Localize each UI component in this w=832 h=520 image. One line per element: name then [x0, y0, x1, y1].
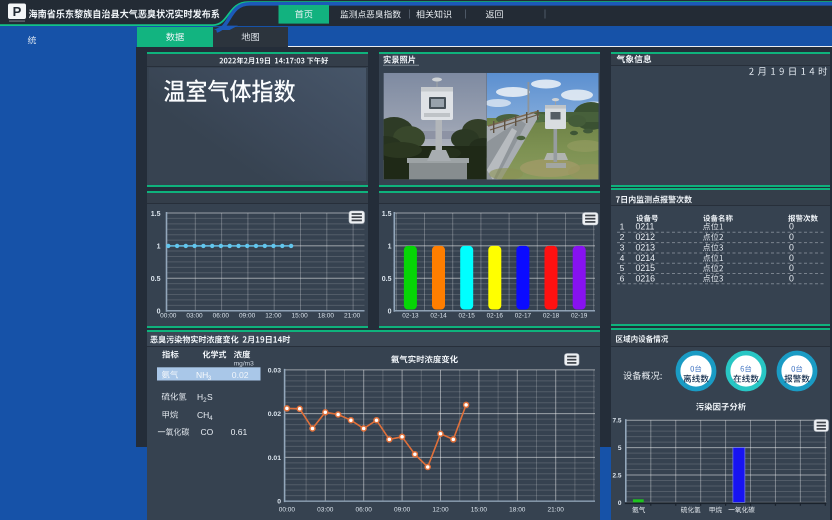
svg-text:NH: NH [196, 370, 208, 380]
svg-text:15:00: 15:00 [471, 506, 488, 513]
svg-text:1: 1 [157, 243, 161, 250]
svg-text:0.02: 0.02 [232, 370, 249, 380]
svg-text:P: P [13, 4, 22, 19]
svg-text:4: 4 [209, 415, 213, 422]
svg-text:02-14: 02-14 [430, 313, 447, 320]
svg-text:2: 2 [620, 232, 625, 242]
svg-text:03:00: 03:00 [317, 506, 334, 513]
svg-text:0: 0 [789, 253, 794, 263]
svg-text:6: 6 [620, 273, 625, 283]
svg-text:0.03: 0.03 [268, 367, 281, 374]
svg-text:0.5: 0.5 [151, 276, 161, 283]
svg-text:3: 3 [208, 375, 212, 382]
svg-text:03:00: 03:00 [186, 313, 203, 320]
svg-text:7.5: 7.5 [612, 418, 621, 425]
svg-text:0216: 0216 [636, 273, 656, 283]
svg-text:02-13: 02-13 [402, 313, 419, 320]
svg-text:CO: CO [201, 427, 214, 437]
svg-text:18:00: 18:00 [509, 506, 526, 513]
svg-text:0: 0 [789, 263, 794, 273]
svg-text:mg/m3: mg/m3 [234, 360, 254, 367]
svg-text:02-17: 02-17 [515, 313, 532, 320]
svg-text:02-18: 02-18 [543, 313, 560, 320]
svg-text:06:00: 06:00 [356, 506, 373, 513]
svg-text:15:00: 15:00 [291, 313, 308, 320]
svg-text:0214: 0214 [636, 253, 656, 263]
svg-text:2.5: 2.5 [612, 473, 621, 480]
svg-text:0211: 0211 [636, 222, 655, 232]
svg-text:5: 5 [618, 445, 622, 452]
svg-text:0: 0 [789, 232, 794, 242]
svg-text:5: 5 [620, 263, 625, 273]
svg-text:02-15: 02-15 [458, 313, 475, 320]
svg-text:0213: 0213 [636, 243, 656, 253]
svg-text:1.5: 1.5 [151, 211, 161, 218]
svg-text:00:00: 00:00 [160, 313, 177, 320]
svg-text:21:00: 21:00 [548, 506, 565, 513]
svg-text:06:00: 06:00 [213, 313, 230, 320]
svg-text:3: 3 [620, 243, 625, 253]
svg-text:4: 4 [620, 253, 625, 263]
svg-text:0: 0 [618, 500, 622, 507]
svg-text:12:00: 12:00 [265, 313, 282, 320]
svg-text:21:00: 21:00 [344, 313, 361, 320]
svg-text:0.01: 0.01 [268, 455, 281, 462]
svg-text:0.02: 0.02 [268, 411, 281, 418]
svg-text:1.5: 1.5 [382, 211, 392, 218]
svg-text:09:00: 09:00 [239, 313, 256, 320]
svg-text:1: 1 [620, 222, 625, 232]
svg-text:0: 0 [789, 222, 794, 232]
svg-text:00:00: 00:00 [279, 506, 296, 513]
svg-text:02-19: 02-19 [571, 313, 588, 320]
svg-text:0.5: 0.5 [382, 276, 392, 283]
svg-text:18:00: 18:00 [318, 313, 335, 320]
svg-text:CH: CH [197, 410, 209, 420]
svg-text:0: 0 [789, 273, 794, 283]
svg-text:0212: 0212 [636, 232, 656, 242]
svg-text:S: S [207, 392, 213, 402]
svg-text:0215: 0215 [636, 263, 656, 273]
svg-text:0: 0 [277, 499, 281, 506]
svg-text:02-16: 02-16 [487, 313, 504, 320]
svg-text:0: 0 [388, 308, 392, 315]
svg-text:0.61: 0.61 [231, 427, 248, 437]
svg-text:12:00: 12:00 [432, 506, 449, 513]
svg-text:1: 1 [388, 243, 392, 250]
svg-text:09:00: 09:00 [394, 506, 411, 513]
svg-text:0: 0 [789, 243, 794, 253]
